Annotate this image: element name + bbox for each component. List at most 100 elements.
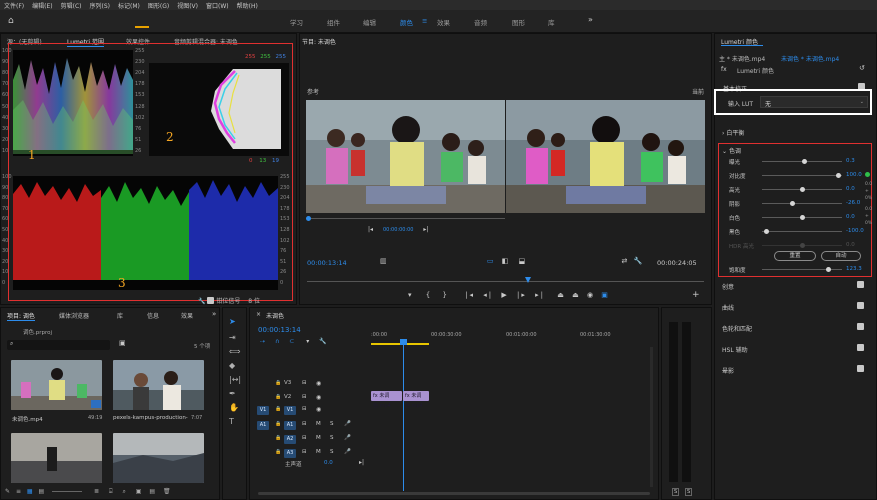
snap-icon[interactable]: ∩ — [275, 338, 279, 345]
lumetri-section-1[interactable]: 曲线 — [722, 303, 734, 312]
track-sync-icon-0[interactable]: ⊟ — [302, 380, 307, 386]
v1-clip-1[interactable]: fx 未调色.mp4 — [371, 391, 402, 409]
lumetri-section-2[interactable]: 色轮和匹配 — [722, 324, 752, 333]
trash-icon[interactable]: 🗑 — [163, 488, 171, 495]
swap-icon[interactable]: ⇄ — [621, 257, 627, 265]
source-a1-badge[interactable]: A1 — [257, 421, 269, 430]
sequence-path-label[interactable]: 未调色 * 未调色.mp4 — [781, 54, 839, 63]
timeline-settings-icon[interactable]: 🔧 — [319, 338, 326, 345]
project-thumb-4[interactable] — [113, 433, 204, 483]
nest-icon[interactable]: ⇢ — [260, 338, 265, 345]
tone-value-4[interactable]: 0.0 — [846, 214, 855, 220]
menu-item-7[interactable]: 窗口(W) — [206, 1, 229, 10]
tone-knob-0[interactable] — [801, 159, 807, 164]
track-select-icon[interactable]: ⇥ — [229, 333, 236, 342]
project-tab-3[interactable]: 信息 — [147, 311, 159, 320]
lumetri-section-checkbox-0[interactable] — [857, 281, 864, 288]
find-icon[interactable]: ⌕ — [123, 488, 126, 495]
reset-tone-button[interactable]: 重置 — [774, 251, 816, 261]
razor-tool-icon[interactable]: ◆ — [229, 361, 235, 370]
track-sync-icon-4[interactable]: ⊟ — [302, 435, 307, 441]
timeline-close-icon[interactable]: × — [256, 311, 261, 318]
tone-value-1[interactable]: 100.0 — [846, 172, 862, 178]
reference-playhead[interactable] — [306, 216, 311, 221]
track-eye-icon-0[interactable]: ◉ — [316, 380, 321, 387]
program-scrub-bar[interactable] — [307, 277, 704, 283]
new-item-icon[interactable]: ▤ — [149, 488, 155, 495]
track-mic-icon-4[interactable]: 🎤 — [344, 435, 351, 441]
tone-value-2[interactable]: 0.0 — [846, 186, 855, 192]
track-mic-icon-3[interactable]: 🎤 — [344, 421, 351, 427]
menu-item-6[interactable]: 视图(V) — [177, 1, 198, 10]
pen-tool-icon[interactable]: ✒ — [229, 389, 236, 398]
automate-icon[interactable]: ⌹ — [109, 488, 113, 495]
workspace-tab-1[interactable]: 组件 — [327, 17, 340, 27]
master-end-icon[interactable]: ▸| — [359, 459, 364, 466]
lumetri-section-0[interactable]: 创意 — [722, 282, 734, 291]
timeline-scrollbar[interactable] — [258, 492, 650, 495]
project-tab-2[interactable]: 库 — [117, 311, 123, 320]
new-bin-bottom-icon[interactable]: ▣ — [136, 488, 142, 495]
bit-depth-label[interactable]: 8 位 — [248, 298, 260, 305]
track-sync-icon-3[interactable]: ⊟ — [302, 421, 307, 427]
menu-item-8[interactable]: 帮助(H) — [237, 1, 258, 10]
project-thumb-3[interactable] — [11, 433, 102, 483]
track-mute-4[interactable]: M — [316, 435, 321, 441]
tone-slider-5[interactable] — [762, 229, 842, 234]
menu-item-3[interactable]: 序列(S) — [90, 1, 111, 10]
hand-tool-icon[interactable]: ✋ — [229, 403, 239, 412]
add-marker-icon[interactable]: ▾ — [408, 291, 414, 299]
clip-path-label[interactable]: 主 * 未调色.mp4 — [719, 54, 765, 63]
meter-label-right[interactable]: S — [685, 488, 693, 496]
lumetri-section-checkbox-2[interactable] — [857, 323, 864, 330]
track-lock-icon-3[interactable]: 🔒 — [275, 421, 281, 427]
tone-slider-1[interactable] — [762, 173, 842, 178]
marker-icon[interactable]: ▾ — [306, 338, 309, 345]
ref-timecode[interactable]: 00:00:00:00 — [383, 227, 414, 233]
menu-item-4[interactable]: 标记(M) — [118, 1, 140, 10]
white-balance-header[interactable]: › 白平衡 — [722, 128, 744, 137]
reset-effect-icon[interactable]: ↺ — [859, 64, 865, 72]
zoom-slider[interactable] — [52, 491, 83, 492]
workspace-tab-5[interactable]: 音频 — [474, 17, 487, 27]
extract-icon[interactable]: ⏏ — [572, 291, 581, 299]
program-timecode[interactable]: 00:00:13:14 — [307, 259, 347, 267]
sort-icon[interactable]: ≣ — [94, 488, 99, 495]
project-search-box[interactable]: ⌕ — [7, 340, 110, 350]
track-label-4[interactable]: A2 — [284, 435, 296, 444]
ripple-edit-icon[interactable]: ⟺ — [229, 347, 240, 356]
linked-icon[interactable]: ⊂ — [289, 338, 294, 345]
go-to-in-icon[interactable]: |◂ — [465, 291, 475, 299]
book-icon[interactable]: ▥ — [380, 257, 387, 265]
v1-clip-2[interactable]: fx 未调色.mp4 — [403, 391, 429, 409]
tone-slider-0[interactable] — [762, 159, 842, 164]
settings-wrench-icon[interactable]: 🔧 — [634, 257, 643, 265]
export-frame-icon[interactable]: ◉ — [587, 291, 595, 299]
master-track-value[interactable]: 0.0 — [324, 460, 333, 466]
track-solo-4[interactable]: S — [330, 435, 334, 441]
track-label-2[interactable]: V1 — [284, 406, 296, 415]
track-lock-icon-4[interactable]: 🔒 — [275, 435, 281, 441]
track-label-5[interactable]: A3 — [284, 449, 296, 458]
menu-item-5[interactable]: 图形(G) — [148, 1, 169, 10]
track-mic-icon-5[interactable]: 🎤 — [344, 449, 351, 455]
timeline-timecode[interactable]: 00:00:13:14 — [258, 326, 301, 334]
ref-next-icon[interactable]: ▸| — [423, 226, 428, 233]
source-v1-badge[interactable]: V1 — [257, 406, 269, 415]
ref-prev-icon[interactable]: |◂ — [368, 226, 373, 233]
input-lut-dropdown[interactable]: 无 ⌄ — [760, 96, 868, 108]
project-tab-0[interactable]: 项目: 调色 — [7, 311, 35, 321]
project-thumb-2[interactable] — [113, 360, 204, 410]
freeform-view-icon[interactable]: ▤ — [39, 488, 45, 495]
workspace-tab-4[interactable]: 效果 — [437, 17, 450, 27]
project-tab-1[interactable]: 媒体浏览器 — [59, 311, 89, 320]
mark-out-icon[interactable]: } — [442, 291, 448, 299]
lumetri-section-3[interactable]: HSL 辅助 — [722, 345, 748, 354]
pencil-icon[interactable]: ✎ — [5, 488, 10, 495]
tone-knob-5[interactable] — [763, 229, 769, 234]
tone-value-3[interactable]: -26.0 — [846, 200, 860, 206]
fx-label[interactable]: Lumetri 颜色 — [737, 66, 774, 75]
mark-in-icon[interactable]: { — [426, 291, 432, 299]
lift-icon[interactable]: ⏏ — [557, 291, 566, 299]
add-button-icon[interactable]: + — [692, 290, 700, 300]
